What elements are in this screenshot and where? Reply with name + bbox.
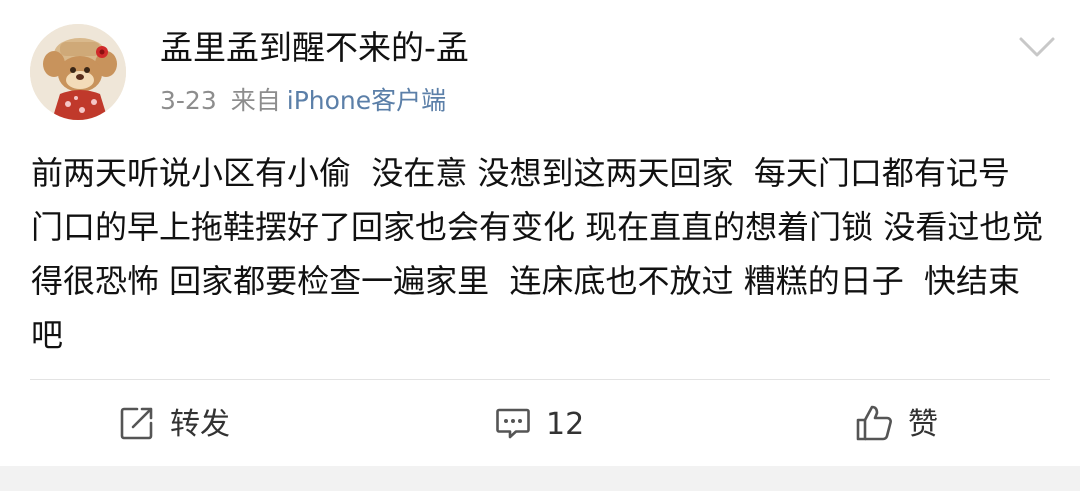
cartoon-mouse-avatar-icon: [30, 24, 126, 120]
like-button[interactable]: 赞: [854, 400, 938, 450]
page-bottom-separator: [0, 466, 1080, 491]
chevron-down-icon[interactable]: [1018, 34, 1056, 60]
repost-label: 转发: [170, 407, 230, 442]
post-source-link[interactable]: iPhone客户端: [287, 86, 446, 115]
user-avatar[interactable]: [30, 24, 126, 120]
post-body-text: 前两天听说小区有小偷 没在意 没想到这两天回家 每天门口都有记号 门口的早上拖鞋…: [31, 154, 1044, 354]
comment-button[interactable]: 12: [494, 400, 584, 450]
repost-icon: [118, 404, 156, 446]
like-label: 赞: [908, 407, 938, 442]
actions-divider: [30, 379, 1050, 380]
weibo-post-card: 孟里孟到醒不来的-孟 3-23 来自 iPhone客户端 前两天听说小区有小偷 没在…: [0, 0, 1080, 466]
thumbs-up-icon: [854, 403, 894, 447]
post-meta: 3-23 来自 iPhone客户端: [160, 84, 446, 118]
comment-count: 12: [546, 407, 585, 442]
post-source-prefix: 来自: [230, 86, 281, 115]
comment-icon: [494, 404, 532, 446]
post-date: 3-23: [160, 86, 217, 115]
post-username[interactable]: 孟里孟到醒不来的-孟: [160, 26, 469, 70]
repost-button[interactable]: 转发: [118, 400, 230, 450]
